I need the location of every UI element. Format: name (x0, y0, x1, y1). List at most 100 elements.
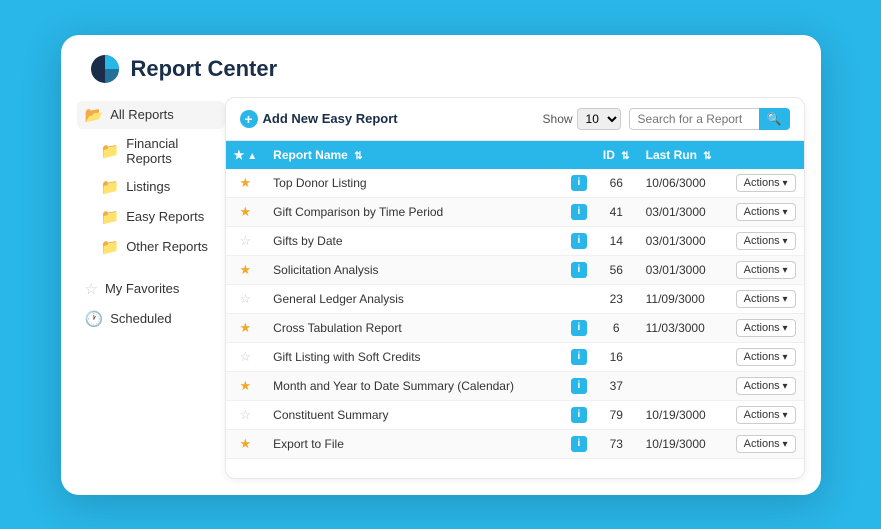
cell-info-0[interactable]: i (563, 169, 595, 198)
sidebar-easy-reports-label: Easy Reports (126, 209, 204, 224)
sidebar-item-all-reports[interactable]: 📂 All Reports (77, 101, 225, 129)
app-header: Report Center (61, 35, 821, 97)
cell-actions-9[interactable]: Actions (728, 429, 804, 458)
search-input[interactable] (629, 108, 759, 130)
folder-open-icon: 📂 (85, 106, 104, 124)
sidebar-all-reports-label: All Reports (110, 107, 174, 122)
cell-actions-3[interactable]: Actions (728, 255, 804, 284)
cell-star-1[interactable]: ★ (226, 197, 266, 226)
cell-info-4[interactable] (563, 284, 595, 313)
cell-star-8[interactable]: ☆ (226, 400, 266, 429)
search-button[interactable]: 🔍 (759, 108, 790, 130)
col-star[interactable]: ★▲ (226, 141, 266, 169)
star-empty-icon[interactable]: ☆ (240, 349, 252, 364)
actions-dropdown-button[interactable]: Actions (736, 261, 796, 279)
cell-info-1[interactable]: i (563, 197, 595, 226)
star-empty-icon[interactable]: ☆ (240, 407, 252, 422)
cell-star-3[interactable]: ★ (226, 255, 266, 284)
cell-id-2: 14 (595, 226, 638, 255)
star-filled-icon[interactable]: ★ (240, 378, 252, 393)
star-empty-icon[interactable]: ☆ (240, 233, 252, 248)
star-filled-icon[interactable]: ★ (240, 436, 252, 451)
star-icon-favorites: ☆ (85, 280, 98, 298)
sidebar-item-my-favorites[interactable]: ☆ My Favorites (77, 275, 225, 303)
info-button[interactable]: i (571, 378, 587, 394)
search-box: 🔍 (629, 108, 790, 130)
toolbar-right: Show 10 25 50 🔍 (543, 108, 790, 130)
sidebar-item-financial-reports[interactable]: 📁 Financial Reports (77, 131, 225, 171)
cell-lastrun-9: 10/19/3000 (638, 429, 728, 458)
cell-star-4[interactable]: ☆ (226, 284, 266, 313)
cell-actions-1[interactable]: Actions (728, 197, 804, 226)
reports-table: ★▲ Report Name ⇅ ID ⇅ Last Run ⇅ ★ Top D… (226, 141, 804, 459)
cell-lastrun-5: 11/03/3000 (638, 313, 728, 342)
sidebar-item-listings[interactable]: 📁 Listings (77, 173, 225, 201)
cell-actions-8[interactable]: Actions (728, 400, 804, 429)
actions-dropdown-button[interactable]: Actions (736, 174, 796, 192)
cell-actions-5[interactable]: Actions (728, 313, 804, 342)
cell-info-8[interactable]: i (563, 400, 595, 429)
actions-dropdown-button[interactable]: Actions (736, 319, 796, 337)
cell-name-0: Top Donor Listing (265, 169, 563, 198)
cell-info-9[interactable]: i (563, 429, 595, 458)
cell-info-7[interactable]: i (563, 371, 595, 400)
actions-dropdown-button[interactable]: Actions (736, 232, 796, 250)
cell-name-6: Gift Listing with Soft Credits (265, 342, 563, 371)
actions-dropdown-button[interactable]: Actions (736, 435, 796, 453)
info-button[interactable]: i (571, 262, 587, 278)
cell-star-7[interactable]: ★ (226, 371, 266, 400)
cell-star-2[interactable]: ☆ (226, 226, 266, 255)
actions-dropdown-button[interactable]: Actions (736, 290, 796, 308)
cell-star-5[interactable]: ★ (226, 313, 266, 342)
table-body: ★ Top Donor Listing i 66 10/06/3000 Acti… (226, 169, 804, 459)
add-new-easy-report-button[interactable]: + Add New Easy Report (240, 110, 398, 128)
sidebar-item-scheduled[interactable]: 🕐 Scheduled (77, 305, 225, 333)
cell-info-6[interactable]: i (563, 342, 595, 371)
info-button[interactable]: i (571, 436, 587, 452)
cell-star-9[interactable]: ★ (226, 429, 266, 458)
cell-info-2[interactable]: i (563, 226, 595, 255)
info-button[interactable]: i (571, 349, 587, 365)
folder-icon-easy: 📁 (101, 208, 120, 226)
actions-dropdown-button[interactable]: Actions (736, 377, 796, 395)
cell-info-5[interactable]: i (563, 313, 595, 342)
main-content: + Add New Easy Report Show 10 25 50 (225, 97, 805, 479)
cell-actions-6[interactable]: Actions (728, 342, 804, 371)
cell-actions-2[interactable]: Actions (728, 226, 804, 255)
cell-star-6[interactable]: ☆ (226, 342, 266, 371)
cell-star-0[interactable]: ★ (226, 169, 266, 198)
actions-dropdown-button[interactable]: Actions (736, 348, 796, 366)
actions-dropdown-button[interactable]: Actions (736, 406, 796, 424)
star-empty-icon[interactable]: ☆ (240, 291, 252, 306)
cell-info-3[interactable]: i (563, 255, 595, 284)
info-button[interactable]: i (571, 233, 587, 249)
clock-icon-scheduled: 🕐 (85, 310, 104, 328)
info-button[interactable]: i (571, 320, 587, 336)
info-button[interactable]: i (571, 204, 587, 220)
actions-dropdown-button[interactable]: Actions (736, 203, 796, 221)
star-filled-icon[interactable]: ★ (240, 175, 252, 190)
table-row: ★ Top Donor Listing i 66 10/06/3000 Acti… (226, 169, 804, 198)
cell-name-4: General Ledger Analysis (265, 284, 563, 313)
star-filled-icon[interactable]: ★ (240, 204, 252, 219)
main-card: Report Center 📂 All Reports 📁 Financial … (61, 35, 821, 495)
show-count-select[interactable]: 10 25 50 (577, 108, 621, 130)
col-id[interactable]: ID ⇅ (595, 141, 638, 169)
cell-actions-4[interactable]: Actions (728, 284, 804, 313)
cell-id-5: 6 (595, 313, 638, 342)
show-select-container: Show 10 25 50 (543, 108, 621, 130)
sidebar-item-other-reports[interactable]: 📁 Other Reports (77, 233, 225, 261)
sidebar-item-easy-reports[interactable]: 📁 Easy Reports (77, 203, 225, 231)
star-filled-icon[interactable]: ★ (240, 320, 252, 335)
cell-actions-0[interactable]: Actions (728, 169, 804, 198)
info-button[interactable]: i (571, 175, 587, 191)
info-button[interactable]: i (571, 407, 587, 423)
col-report-name[interactable]: Report Name ⇅ (265, 141, 563, 169)
plus-icon: + (240, 110, 258, 128)
col-last-run[interactable]: Last Run ⇅ (638, 141, 728, 169)
cell-actions-7[interactable]: Actions (728, 371, 804, 400)
folder-icon-listings: 📁 (101, 178, 120, 196)
app-body: 📂 All Reports 📁 Financial Reports 📁 List… (61, 97, 821, 495)
cell-name-2: Gifts by Date (265, 226, 563, 255)
star-filled-icon[interactable]: ★ (240, 262, 252, 277)
